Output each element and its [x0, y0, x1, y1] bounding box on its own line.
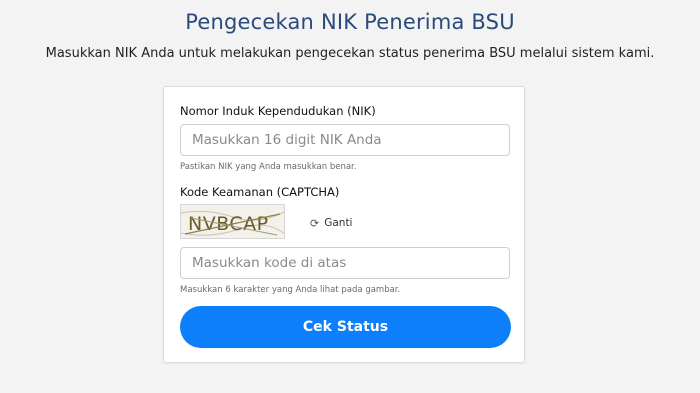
- captcha-help-text: Masukkan 6 karakter yang Anda lihat pada…: [180, 285, 401, 295]
- captcha-text: NVBCAP: [188, 213, 269, 235]
- nik-input[interactable]: [180, 124, 510, 156]
- page-subtitle: Masukkan NIK Anda untuk melakukan pengec…: [45, 46, 655, 61]
- captcha-label: Kode Keamanan (CAPTCHA): [180, 185, 340, 199]
- refresh-label: Ganti: [324, 217, 353, 229]
- refresh-icon: ⟳: [310, 216, 320, 230]
- page-title: Pengecekan NIK Penerima BSU: [185, 10, 515, 34]
- nik-help-text: Pastikan NIK yang Anda masukkan benar.: [180, 162, 357, 172]
- captcha-image: NVBCAP: [180, 204, 285, 239]
- page: Pengecekan NIK Penerima BSU Masukkan NIK…: [0, 0, 700, 393]
- check-status-button[interactable]: Cek Status: [180, 306, 511, 348]
- nik-check-form: Nomor Induk Kependudukan (NIK) Pastikan …: [163, 86, 525, 363]
- captcha-input[interactable]: [180, 247, 510, 279]
- refresh-captcha-button[interactable]: ⟳ Ganti: [310, 217, 352, 229]
- nik-label: Nomor Induk Kependudukan (NIK): [180, 104, 376, 118]
